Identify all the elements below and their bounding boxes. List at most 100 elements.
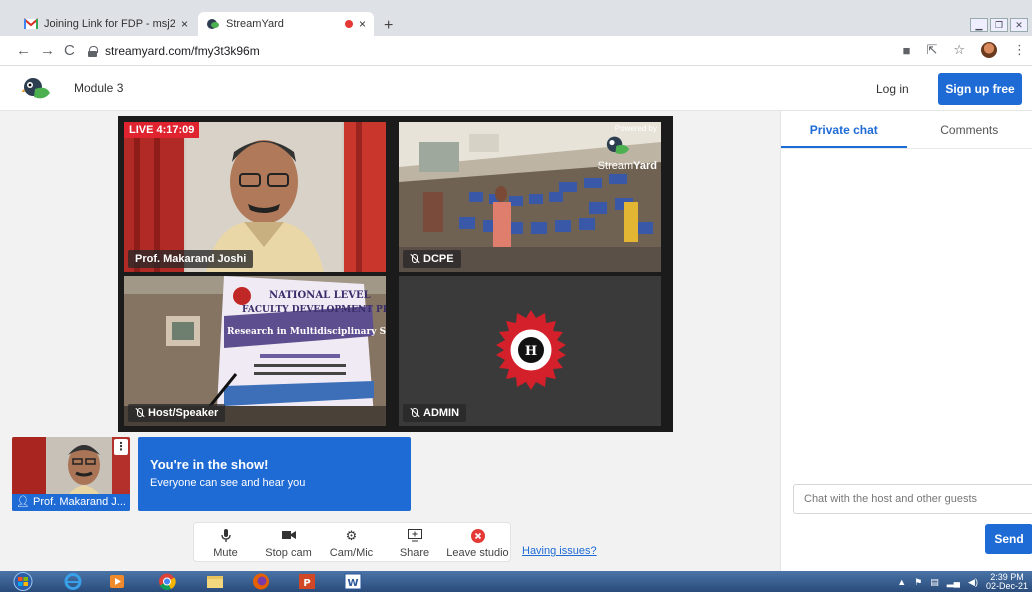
flag-icon[interactable]: ⚑ [914,577,922,588]
live-badge: LIVE 4:17:09 [124,122,200,138]
browser-tab-gmail[interactable]: Joining Link for FDP - msj2368@ × [16,12,196,36]
leave-icon [470,529,485,543]
chat-input[interactable] [793,484,1032,514]
close-window-icon[interactable]: ✕ [1010,18,1028,32]
camera-in-use-icon[interactable]: ■ [903,43,911,58]
back-icon[interactable]: ← [16,42,31,59]
banner-line3: Research in Multidisciplinary Studies [227,327,386,337]
minimize-icon[interactable]: ▁ [970,18,988,32]
file-explorer-icon[interactable] [204,572,226,591]
browser-tab-streamyard[interactable]: StreamYard × [198,12,374,36]
self-preview[interactable]: ⋮ 👤︎ Prof. Makarand J... [12,437,130,511]
url-field[interactable]: streamyard.com/fmy3t3k96m [88,40,908,62]
bookmark-star-icon[interactable]: ☆ [953,42,965,58]
top-strip [0,0,1032,8]
close-icon[interactable]: × [181,17,188,31]
share-screen-icon [407,529,422,543]
streamyard-watermark-icon [606,136,630,154]
tab-label: Joining Link for FDP - msj2368@ [44,18,175,30]
restore-icon[interactable]: ❐ [990,18,1008,32]
send-button[interactable]: Send [985,524,1032,554]
mic-icon [220,529,231,543]
more-menu-icon[interactable]: ⋮ [1013,42,1026,58]
close-icon[interactable]: × [359,17,366,31]
window-controls: ▁ ❐ ✕ [970,18,1028,32]
browser-tab-bar: Joining Link for FDP - msj2368@ × Stream… [0,8,1032,36]
video-tile-dcpe[interactable]: Powered by StreamYard DCPE [399,122,661,272]
system-tray: ▲ ⚑ ▤ ▂▄ ◀) 2:39 PM 02-Dec-21 [897,573,1028,591]
word-icon[interactable]: W [342,572,364,591]
college-seal-icon: H [496,310,566,390]
chat-tabs: Private chat Comments [781,111,1032,149]
gmail-icon [24,18,38,29]
participant-name-tag: DCPE [403,250,461,268]
svg-text:P: P [303,578,310,589]
video-tile-admin[interactable]: H ADMIN [399,276,661,426]
internet-explorer-icon[interactable] [62,572,84,591]
participant-name: Prof. Makarand Joshi [135,253,247,265]
volume-icon[interactable]: ◀) [968,577,978,588]
participant-name-tag: Prof. Makarand Joshi [128,250,254,268]
tab-comments[interactable]: Comments [907,111,1032,148]
person-icon: 👤︎ [16,496,30,508]
tab-private-chat[interactable]: Private chat [781,111,907,148]
mute-button[interactable]: Mute [194,523,257,561]
reload-icon[interactable]: C [64,42,75,59]
mic-off-icon [410,408,419,418]
cam-mic-settings-button[interactable]: ⚙ Cam/Mic [320,523,383,561]
self-preview-menu-icon[interactable]: ⋮ [114,439,128,455]
powered-by-label: Powered by [614,124,657,133]
sign-up-button[interactable]: Sign up free [938,73,1022,105]
start-button-icon[interactable] [6,572,40,591]
in-show-title: You're in the show! [150,457,269,472]
svg-text:W: W [347,578,358,589]
clock[interactable]: 2:39 PM 02-Dec-21 [986,573,1028,591]
studio-toolbar: Mute Stop cam ⚙ Cam/Mic Share Leave stud… [193,522,511,562]
participant-name-tag: ADMIN [403,404,467,422]
signal-icon[interactable]: ▂▄ [947,577,960,588]
tray-arrow-icon[interactable]: ▲ [897,577,906,587]
video-tile-speaker[interactable]: LIVE 4:17:09 Prof. Makarand Joshi [124,122,386,272]
self-name-bar: 👤︎ Prof. Makarand J... [12,494,130,511]
app-header: Module 3 Log in Sign up free [0,67,1032,111]
login-link[interactable]: Log in [876,82,909,96]
broadcast-layout: LIVE 4:17:09 Prof. Makarand Joshi Powere [118,116,673,432]
mic-off-icon [135,408,144,418]
video-tile-host[interactable]: NATIONAL LEVEL FACULTY DEVELOPMENT PROG … [124,276,386,426]
powerpoint-icon[interactable]: P [296,572,318,591]
firefox-icon[interactable] [250,572,272,591]
url-text: streamyard.com/fmy3t3k96m [105,44,260,58]
streamyard-favicon-icon [207,19,219,29]
forward-icon[interactable]: → [40,42,55,59]
banner-line1: NATIONAL LEVEL [269,290,371,301]
share-icon[interactable]: ⇱ [926,42,937,58]
camera-icon [281,529,296,543]
stop-cam-button[interactable]: Stop cam [257,523,320,561]
in-show-notice: You're in the show! Everyone can see and… [138,437,411,511]
chrome-icon[interactable] [156,572,178,591]
lock-icon [88,46,98,57]
network-icon[interactable]: ▤ [930,577,939,588]
address-bar: ← → C streamyard.com/fmy3t3k96m ■ ⇱ ☆ ⋮ [0,36,1032,66]
participant-name: DCPE [423,253,454,265]
streamyard-watermark: StreamYard [597,160,657,172]
recording-icon [344,20,353,28]
self-name: Prof. Makarand J... [33,496,126,508]
clock-date: 02-Dec-21 [985,581,1028,591]
studio-title: Module 3 [74,81,124,95]
in-show-subtitle: Everyone can see and hear you [150,477,306,489]
gear-icon: ⚙ [345,528,358,543]
streamyard-logo-icon [22,78,50,99]
having-issues-link[interactable]: Having issues? [522,545,597,557]
new-tab-button[interactable]: + [384,17,393,35]
participant-name: ADMIN [423,407,460,419]
media-player-icon[interactable] [106,572,128,591]
leave-studio-button[interactable]: Leave studio [446,523,509,561]
profile-avatar[interactable] [981,42,997,58]
share-button[interactable]: Share [383,523,446,561]
chat-panel: Private chat Comments Send [780,111,1032,571]
windows-taskbar: P W ▲ ⚑ ▤ ▂▄ ◀) 2:39 PM 02-Dec-21 [0,571,1032,592]
participant-name: Host/Speaker [148,407,219,419]
browser-actions: ■ ⇱ ☆ ⋮ [903,42,1026,58]
svg-text:H: H [525,344,537,359]
